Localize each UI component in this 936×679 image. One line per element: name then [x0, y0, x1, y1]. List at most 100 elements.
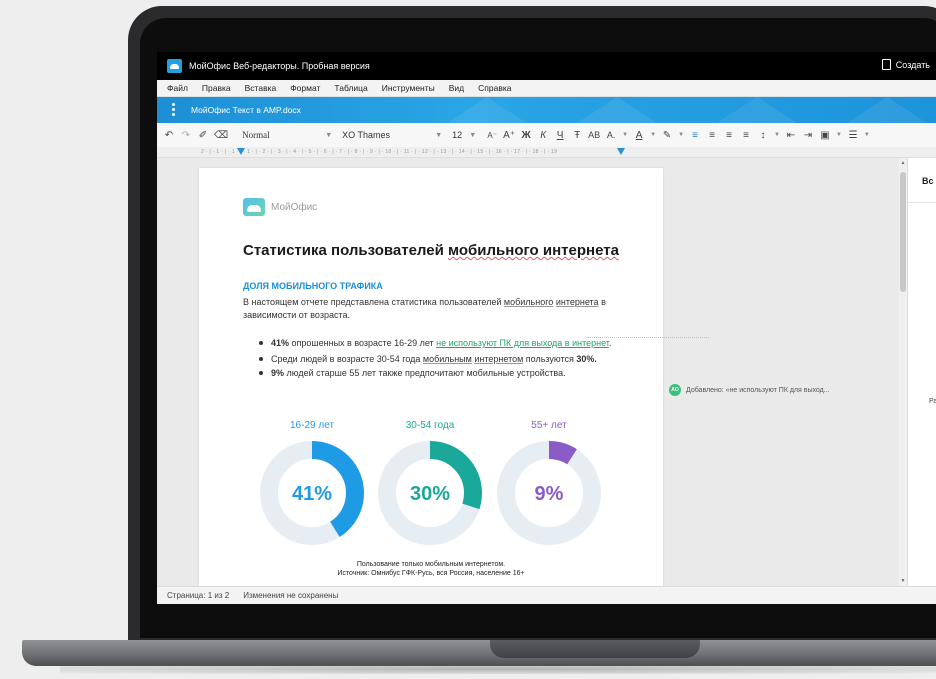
- document-paragraph: В настоящем отчете представлена статисти…: [243, 297, 606, 320]
- align-center-icon[interactable]: ≡: [706, 127, 718, 143]
- status-bar: Страница: 1 из 2 Изменения не сохранены: [157, 586, 936, 604]
- laptop-notch: [490, 640, 700, 658]
- chevron-down-icon[interactable]: ▼: [864, 127, 870, 143]
- font-size-value: 12: [452, 130, 463, 140]
- donut-value-label: 9%: [535, 483, 564, 505]
- ruler-scale: 2 · | · 1 · | · 1 · | · 1 · | · 2 · | · …: [201, 149, 558, 155]
- menu-item-help[interactable]: Справка: [478, 83, 511, 93]
- increase-indent-icon[interactable]: ⇥: [802, 127, 814, 143]
- paragraph-style-value: Normal: [242, 130, 270, 140]
- line-spacing-icon[interactable]: ↕: [757, 127, 769, 143]
- new-document-icon: [881, 59, 891, 70]
- document-bar: МойОфис Текст в AMP.docx: [157, 97, 936, 123]
- chart-caption: Пользование только мобильным интернетом.…: [199, 560, 663, 578]
- menu-item-view[interactable]: Вид: [449, 83, 464, 93]
- chart-category-label: 55+ лет: [531, 420, 567, 431]
- scroll-down-icon[interactable]: ▼: [899, 578, 907, 584]
- right-indent-marker[interactable]: [617, 148, 625, 155]
- list-item: 9% людей старше 55 лет также предпочитаю…: [257, 366, 657, 380]
- kebab-menu-icon[interactable]: [172, 103, 175, 117]
- create-button-label: Создать: [895, 59, 930, 70]
- chevron-down-icon: ▼: [469, 131, 477, 139]
- app-logo-icon: [167, 59, 182, 73]
- myoffice-logo-icon: [243, 198, 265, 216]
- paragraph-settings-icon[interactable]: ▣: [819, 127, 831, 143]
- menu-item-insert[interactable]: Вставка: [245, 83, 277, 93]
- increase-font-size-button[interactable]: A⁺: [503, 127, 515, 143]
- document-subheading: ДОЛЯ МОБИЛЬНОГО ТРАФИКА: [243, 281, 383, 291]
- laptop-base: [22, 640, 936, 666]
- menu-item-file[interactable]: Файл: [167, 83, 188, 93]
- bulleted-list-icon[interactable]: ☰: [847, 127, 859, 143]
- side-panel-title: Вс: [922, 176, 934, 186]
- menu-item-edit[interactable]: Правка: [202, 83, 231, 93]
- menu-item-tools[interactable]: Инструменты: [382, 83, 435, 93]
- title-bar: МойОфис Веб-редакторы. Пробная версия Со…: [157, 52, 936, 80]
- chevron-down-icon[interactable]: ▼: [650, 127, 656, 143]
- vertical-scrollbar[interactable]: ▲ ▼: [899, 158, 907, 586]
- comment-connector: [587, 337, 709, 338]
- font-family-value: XO Thames: [342, 130, 390, 140]
- list-item: 41% опрошенных в возрасте 16-29 лет не и…: [257, 336, 657, 350]
- document-workspace: МойОфис Статистика пользователей мобильн…: [157, 158, 936, 586]
- chevron-down-icon: ▼: [325, 131, 333, 139]
- redo-icon[interactable]: ↷: [180, 127, 192, 143]
- font-color-button[interactable]: A: [633, 127, 645, 143]
- document-heading: Статистика пользователей мобильного инте…: [243, 242, 619, 259]
- format-painter-icon[interactable]: ✐: [197, 127, 209, 143]
- donut-value-label: 41%: [292, 483, 332, 505]
- list-item: Среди людей в возрасте 30-54 года мобиль…: [257, 352, 657, 366]
- chevron-down-icon[interactable]: ▼: [836, 127, 842, 143]
- document-page[interactable]: МойОфис Статистика пользователей мобильн…: [199, 168, 709, 586]
- donut-value-label: 30%: [410, 483, 450, 505]
- strikethrough-button[interactable]: Ŧ: [571, 127, 583, 143]
- align-right-icon[interactable]: ≡: [723, 127, 735, 143]
- underline-button[interactable]: Ч: [554, 127, 566, 143]
- ruler[interactable]: 2 · | · 1 · | · 1 · | · 1 · | · 2 · | · …: [157, 147, 936, 158]
- menu-item-format[interactable]: Формат: [290, 83, 320, 93]
- decrease-indent-icon[interactable]: ⇤: [785, 127, 797, 143]
- clear-format-icon[interactable]: ⌫: [214, 127, 228, 143]
- tracked-insertion[interactable]: не используют ПК для выхода в интернет: [436, 338, 609, 348]
- align-left-icon[interactable]: ≡: [689, 127, 701, 143]
- create-button[interactable]: Создать: [881, 59, 930, 70]
- document-logo: МойОфис: [243, 198, 317, 216]
- save-status: Изменения не сохранены: [243, 591, 339, 600]
- document-logo-text: МойОфис: [271, 201, 318, 213]
- subscript-button[interactable]: A.: [605, 127, 617, 143]
- italic-button[interactable]: К: [537, 127, 549, 143]
- avatar: AO: [669, 384, 681, 396]
- app-title: МойОфис Веб-редакторы. Пробная версия: [189, 61, 370, 71]
- scrollbar-thumb[interactable]: [900, 172, 906, 292]
- chevron-down-icon: ▼: [435, 131, 443, 139]
- decrease-font-size-button[interactable]: A⁻: [486, 127, 498, 143]
- document-bullet-list: 41% опрошенных в возрасте 16-29 лет не и…: [257, 336, 657, 380]
- donut-charts: 41% 30% 9%: [260, 441, 601, 545]
- chevron-down-icon[interactable]: ▼: [678, 127, 684, 143]
- page-indicator: Страница: 1 из 2: [167, 591, 230, 600]
- highlight-button[interactable]: ✎: [661, 127, 673, 143]
- menu-item-table[interactable]: Таблица: [334, 83, 367, 93]
- chart-category-label: 16-29 лет: [290, 420, 334, 431]
- align-justify-icon[interactable]: ≡: [740, 127, 752, 143]
- document-name[interactable]: МойОфис Текст в AMP.docx: [191, 105, 301, 115]
- side-panel: Вс Ра: [907, 158, 936, 586]
- chart-category-label: 30-54 года: [405, 420, 455, 431]
- font-family-select[interactable]: XO Thames ▼: [342, 127, 442, 143]
- side-panel-divider: [908, 202, 936, 203]
- chevron-down-icon[interactable]: ▼: [774, 127, 780, 143]
- paragraph-style-select[interactable]: Normal ▼: [242, 127, 332, 143]
- scroll-up-icon[interactable]: ▲: [899, 160, 907, 166]
- comment-text: Добавлено: «не используют ПК для выход..…: [686, 386, 830, 394]
- font-size-select[interactable]: 12 ▼: [452, 127, 476, 143]
- chart-source-line: Источник: Омнибус ГФК-Русь, вся Россия, …: [337, 570, 525, 577]
- formatting-toolbar: ↶ ↷ ✐ ⌫ Normal ▼ XO Thames ▼ 12 ▼ A⁻ A⁺ Ж К…: [157, 123, 936, 147]
- chevron-down-icon[interactable]: ▼: [622, 127, 628, 143]
- caps-button[interactable]: AB: [588, 127, 600, 143]
- review-comment[interactable]: AO Добавлено: «не используют ПК для выхо…: [669, 384, 830, 396]
- side-panel-text: Ра: [929, 398, 936, 405]
- bold-button[interactable]: Ж: [520, 127, 532, 143]
- screen: МойОфис Веб-редакторы. Пробная версия Со…: [157, 52, 936, 604]
- undo-icon[interactable]: ↶: [163, 127, 175, 143]
- menu-bar: Файл Правка Вставка Формат Таблица Инстр…: [157, 80, 936, 97]
